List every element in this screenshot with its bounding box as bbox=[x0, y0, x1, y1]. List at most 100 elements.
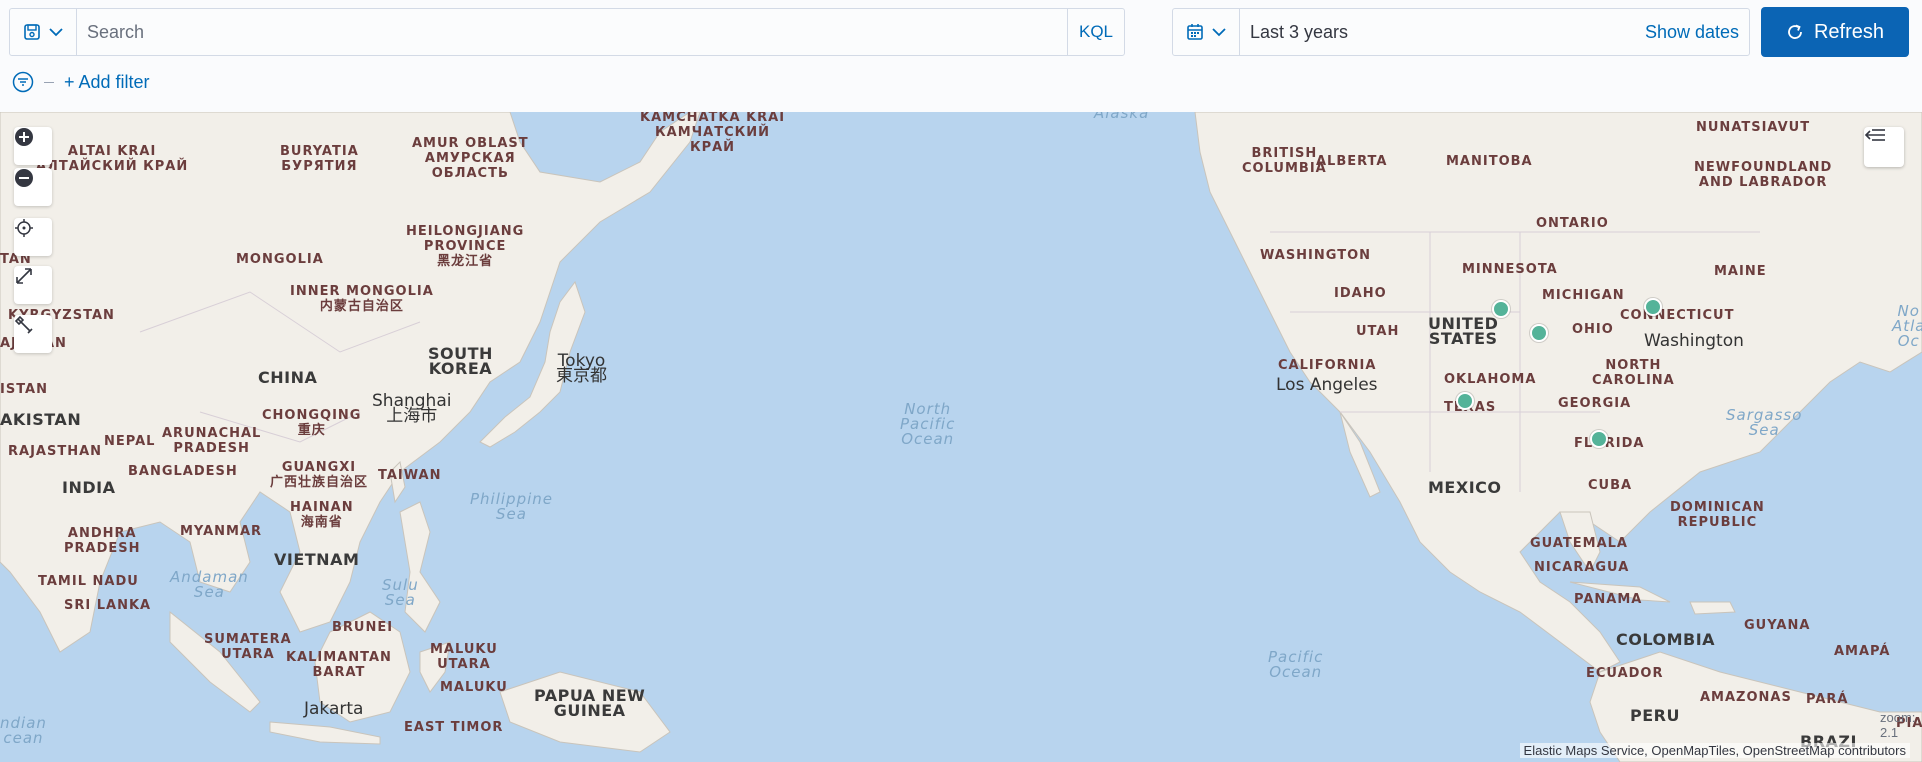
map-label-sargasso: Sargasso Sea bbox=[1726, 406, 1803, 439]
map-label-guangxi: GUANGXI 广西壮族自治区 bbox=[270, 460, 369, 490]
filter-divider bbox=[44, 81, 54, 83]
map-label-oklahoma: OKLAHOMA bbox=[1444, 372, 1537, 387]
map-label-minnesota: MINNESOTA bbox=[1462, 262, 1558, 277]
date-picker: Last 3 years Show dates bbox=[1172, 8, 1750, 56]
query-bar: KQL Last 3 years Show dates Refresh + Ad… bbox=[0, 0, 1922, 113]
map-label-vietnam: VIETNAM bbox=[274, 550, 360, 569]
map-label-maine: MAINE bbox=[1714, 264, 1767, 279]
map-label-colombia: COLOMBIA bbox=[1616, 630, 1716, 649]
map-label-rajasthan: RAJASTHAN bbox=[8, 444, 103, 459]
map-label-alaska: Alaska bbox=[1094, 112, 1150, 122]
add-filter-button[interactable]: + Add filter bbox=[64, 72, 150, 93]
map-label-mexico: MEXICO bbox=[1428, 478, 1502, 497]
map-label-shanghai: Shanghai 上海市 bbox=[372, 391, 452, 426]
map-label-manitoba: MANITOBA bbox=[1446, 154, 1533, 169]
search-input[interactable] bbox=[77, 9, 1067, 55]
map-label-peru: PERU bbox=[1630, 706, 1680, 725]
map-label-bc: BRITISH COLUMBIA bbox=[1242, 146, 1327, 176]
map-label-kalimantan: KALIMANTAN BARAT bbox=[286, 650, 392, 680]
fit-to-data-button[interactable] bbox=[14, 266, 52, 304]
map-label-nicaragua: NICARAGUA bbox=[1534, 560, 1630, 575]
map-label-buryatia: BURYATIA БУРЯТИЯ bbox=[280, 144, 359, 174]
map-label-tamil: TAMIL NADU bbox=[38, 574, 139, 589]
map-label-florida: FLORIDA bbox=[1574, 436, 1645, 451]
calendar-icon bbox=[1187, 24, 1203, 40]
wrench-icon bbox=[14, 315, 33, 334]
map-label-amur: AMUR OBLAST АМУРСКАЯ ОБЛАСТЬ bbox=[412, 136, 529, 181]
map-label-andaman: Andaman Sea bbox=[170, 568, 249, 601]
map-label-nepal: NEPAL bbox=[104, 434, 156, 449]
map-label-papua: PAPUA NEW GUINEA bbox=[534, 686, 646, 720]
map-label-chongqing: CHONGQING 重庆 bbox=[262, 408, 362, 438]
chevron-down-icon bbox=[49, 28, 63, 37]
crosshair-icon bbox=[15, 219, 33, 237]
map-label-maluku: MALUKU bbox=[440, 680, 508, 695]
map-label-ecuador: ECUADOR bbox=[1586, 666, 1664, 681]
map-label-utah: UTAH bbox=[1356, 324, 1400, 339]
search-bar: KQL bbox=[9, 8, 1125, 56]
refresh-icon bbox=[1788, 24, 1802, 39]
zoom-level-text: zoom: 2.1 bbox=[1880, 710, 1916, 740]
chevron-down-icon bbox=[1212, 28, 1226, 37]
collapse-left-icon bbox=[1864, 129, 1885, 141]
minus-icon bbox=[15, 169, 33, 187]
tools-button[interactable] bbox=[14, 315, 52, 353]
map-label-nunatsiavut: NUNATSIAVUT bbox=[1696, 120, 1811, 135]
map-attribution[interactable]: Elastic Maps Service, OpenMapTiles, Open… bbox=[1519, 743, 1910, 758]
map-point[interactable] bbox=[1644, 298, 1662, 316]
map-label-indian-ocean: ndian cean bbox=[0, 714, 47, 747]
map-label-hainan: HAINAN 海南省 bbox=[290, 500, 354, 530]
filter-bar: + Add filter bbox=[12, 70, 150, 94]
query-language-button[interactable]: KQL bbox=[1067, 9, 1124, 55]
quick-select-button[interactable] bbox=[1173, 9, 1240, 55]
show-dates-link[interactable]: Show dates bbox=[1645, 22, 1749, 43]
map-label-alberta: ALBERTA bbox=[1316, 154, 1388, 169]
map-point[interactable] bbox=[1492, 300, 1510, 318]
map-label-sulu: Sulu Sea bbox=[382, 576, 419, 609]
map-label-dominican: DOMINICAN REPUBLIC bbox=[1670, 500, 1765, 530]
map-label-georgia: GEORGIA bbox=[1558, 396, 1632, 411]
map-label-altai: ALTAI KRAI АЛТАЙСКИЙ КРАЙ bbox=[36, 144, 189, 174]
map-label-pacific: Pacific Ocean bbox=[1268, 648, 1324, 681]
map-label-para: PARÁ bbox=[1806, 692, 1849, 707]
refresh-label: Refresh bbox=[1813, 20, 1885, 43]
map-point[interactable] bbox=[1456, 392, 1474, 410]
map-label-philippine-sea: Philippine Sea bbox=[470, 490, 554, 523]
map-label-los-angeles: Los Angeles bbox=[1276, 375, 1378, 395]
map-label-united-states: UNITED STATES bbox=[1428, 314, 1499, 348]
map-label-amazonas: AMAZONAS bbox=[1700, 690, 1792, 705]
map-label-south-korea: SOUTH KOREA bbox=[428, 344, 493, 378]
map-label-akistan: AKISTAN bbox=[0, 410, 82, 429]
map-label-sumatera: SUMATERA UTARA bbox=[204, 632, 292, 662]
refresh-button[interactable]: Refresh bbox=[1761, 7, 1909, 57]
map-label-amapa: AMAPÁ bbox=[1834, 644, 1891, 659]
map-label-north-pacific: North Pacific Ocean bbox=[900, 400, 956, 448]
expand-icon bbox=[16, 268, 32, 284]
map-label-north-carolina: NORTH CAROLINA bbox=[1592, 358, 1675, 388]
map-point[interactable] bbox=[1590, 430, 1608, 448]
zoom-in-button[interactable] bbox=[14, 127, 52, 165]
map-point[interactable] bbox=[1530, 324, 1548, 342]
map-label-panama: PANAMA bbox=[1574, 592, 1643, 607]
filter-icon[interactable] bbox=[12, 71, 34, 93]
map-label-ohio: OHIO bbox=[1572, 322, 1614, 337]
map-label-washington-state: WASHINGTON bbox=[1260, 248, 1372, 263]
map-label-taiwan: TAIWAN bbox=[378, 468, 442, 483]
set-view-button[interactable] bbox=[14, 218, 52, 256]
map-label-kamchatka: KAMCHATKA KRAI КАМЧАТСКИЙ КРАЙ bbox=[640, 112, 786, 155]
map-label-newfoundland: NEWFOUNDLAND AND LABRADOR bbox=[1694, 160, 1833, 190]
map-label-istan: ISTAN bbox=[0, 382, 48, 397]
map-canvas[interactable]: ALTAI KRAI АЛТАЙСКИЙ КРАЙ BURYATIA БУРЯТИЯ… bbox=[0, 112, 1922, 762]
map-label-bangladesh: BANGLADESH bbox=[128, 464, 238, 479]
map-label-heilongjiang: HEILONGJIANG PROVINCE 黑龙江省 bbox=[406, 224, 525, 269]
map-label-ontario: ONTARIO bbox=[1536, 216, 1609, 231]
map-label-brunei: BRUNEI bbox=[332, 620, 394, 635]
map-label-washington-dc: Washington bbox=[1644, 331, 1744, 351]
legend-toggle-button[interactable] bbox=[1864, 127, 1904, 167]
map-label-mongolia: MONGOLIA bbox=[236, 252, 324, 267]
zoom-out-button[interactable] bbox=[14, 168, 52, 206]
save-icon bbox=[24, 24, 40, 40]
saved-query-button[interactable] bbox=[10, 9, 77, 55]
map-label-guatemala: GUATEMALA bbox=[1530, 536, 1628, 551]
time-range-text[interactable]: Last 3 years bbox=[1240, 22, 1645, 43]
